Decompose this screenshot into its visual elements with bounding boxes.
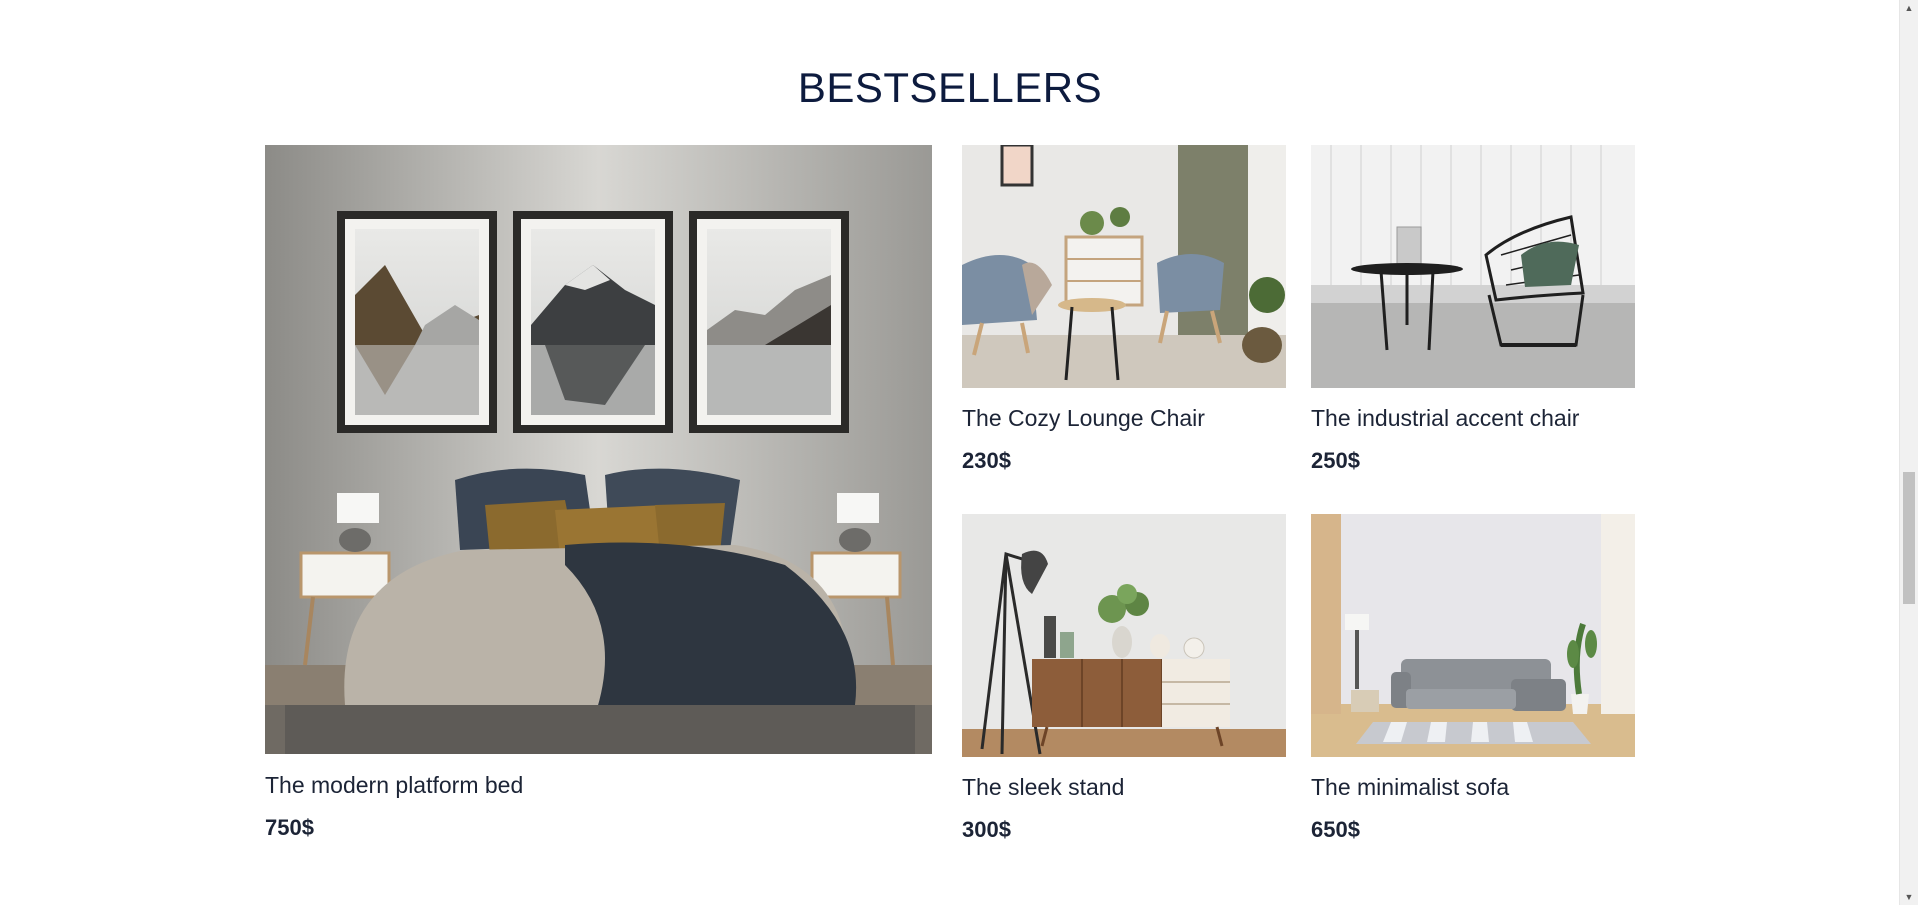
product-price: 300$ [962, 817, 1011, 842]
product-name[interactable]: The Cozy Lounge Chair [962, 405, 1205, 432]
product-name[interactable]: The industrial accent chair [1311, 405, 1579, 432]
page-scrollbar[interactable]: ▲ ▼ [1899, 0, 1918, 905]
product-price: 750$ [265, 815, 314, 840]
product-image-lounge-chair[interactable] [962, 145, 1286, 388]
product-image-minimalist-sofa[interactable] [1311, 514, 1635, 757]
product-image-bed[interactable] [265, 145, 932, 754]
product-image-industrial-chair[interactable] [1311, 145, 1635, 388]
chevron-down-icon[interactable]: ▼ [1900, 889, 1918, 905]
product-card-sleek-stand[interactable]: The sleek stand 300$ [962, 514, 1286, 874]
product-card-industrial-chair[interactable]: The industrial accent chair 250$ [1311, 145, 1635, 505]
product-price: 250$ [1311, 448, 1360, 473]
product-image-sleek-stand[interactable] [962, 514, 1286, 757]
product-card-bed[interactable]: The modern platform bed 750$ [265, 145, 932, 845]
product-card-lounge-chair[interactable]: The Cozy Lounge Chair 230$ [962, 145, 1286, 505]
product-price: 230$ [962, 448, 1011, 473]
section-title: BESTSELLERS [797, 64, 1103, 111]
product-name[interactable]: The sleek stand [962, 774, 1124, 801]
product-card-minimalist-sofa[interactable]: The minimalist sofa 650$ [1311, 514, 1635, 874]
chevron-up-icon[interactable]: ▲ [1900, 0, 1918, 16]
product-name[interactable]: The modern platform bed [265, 772, 523, 799]
product-name[interactable]: The minimalist sofa [1311, 774, 1509, 801]
product-price: 650$ [1311, 817, 1360, 842]
page: BESTSELLERS The modern platform bed 750$… [0, 0, 1918, 905]
scrollbar-thumb[interactable] [1903, 472, 1915, 604]
